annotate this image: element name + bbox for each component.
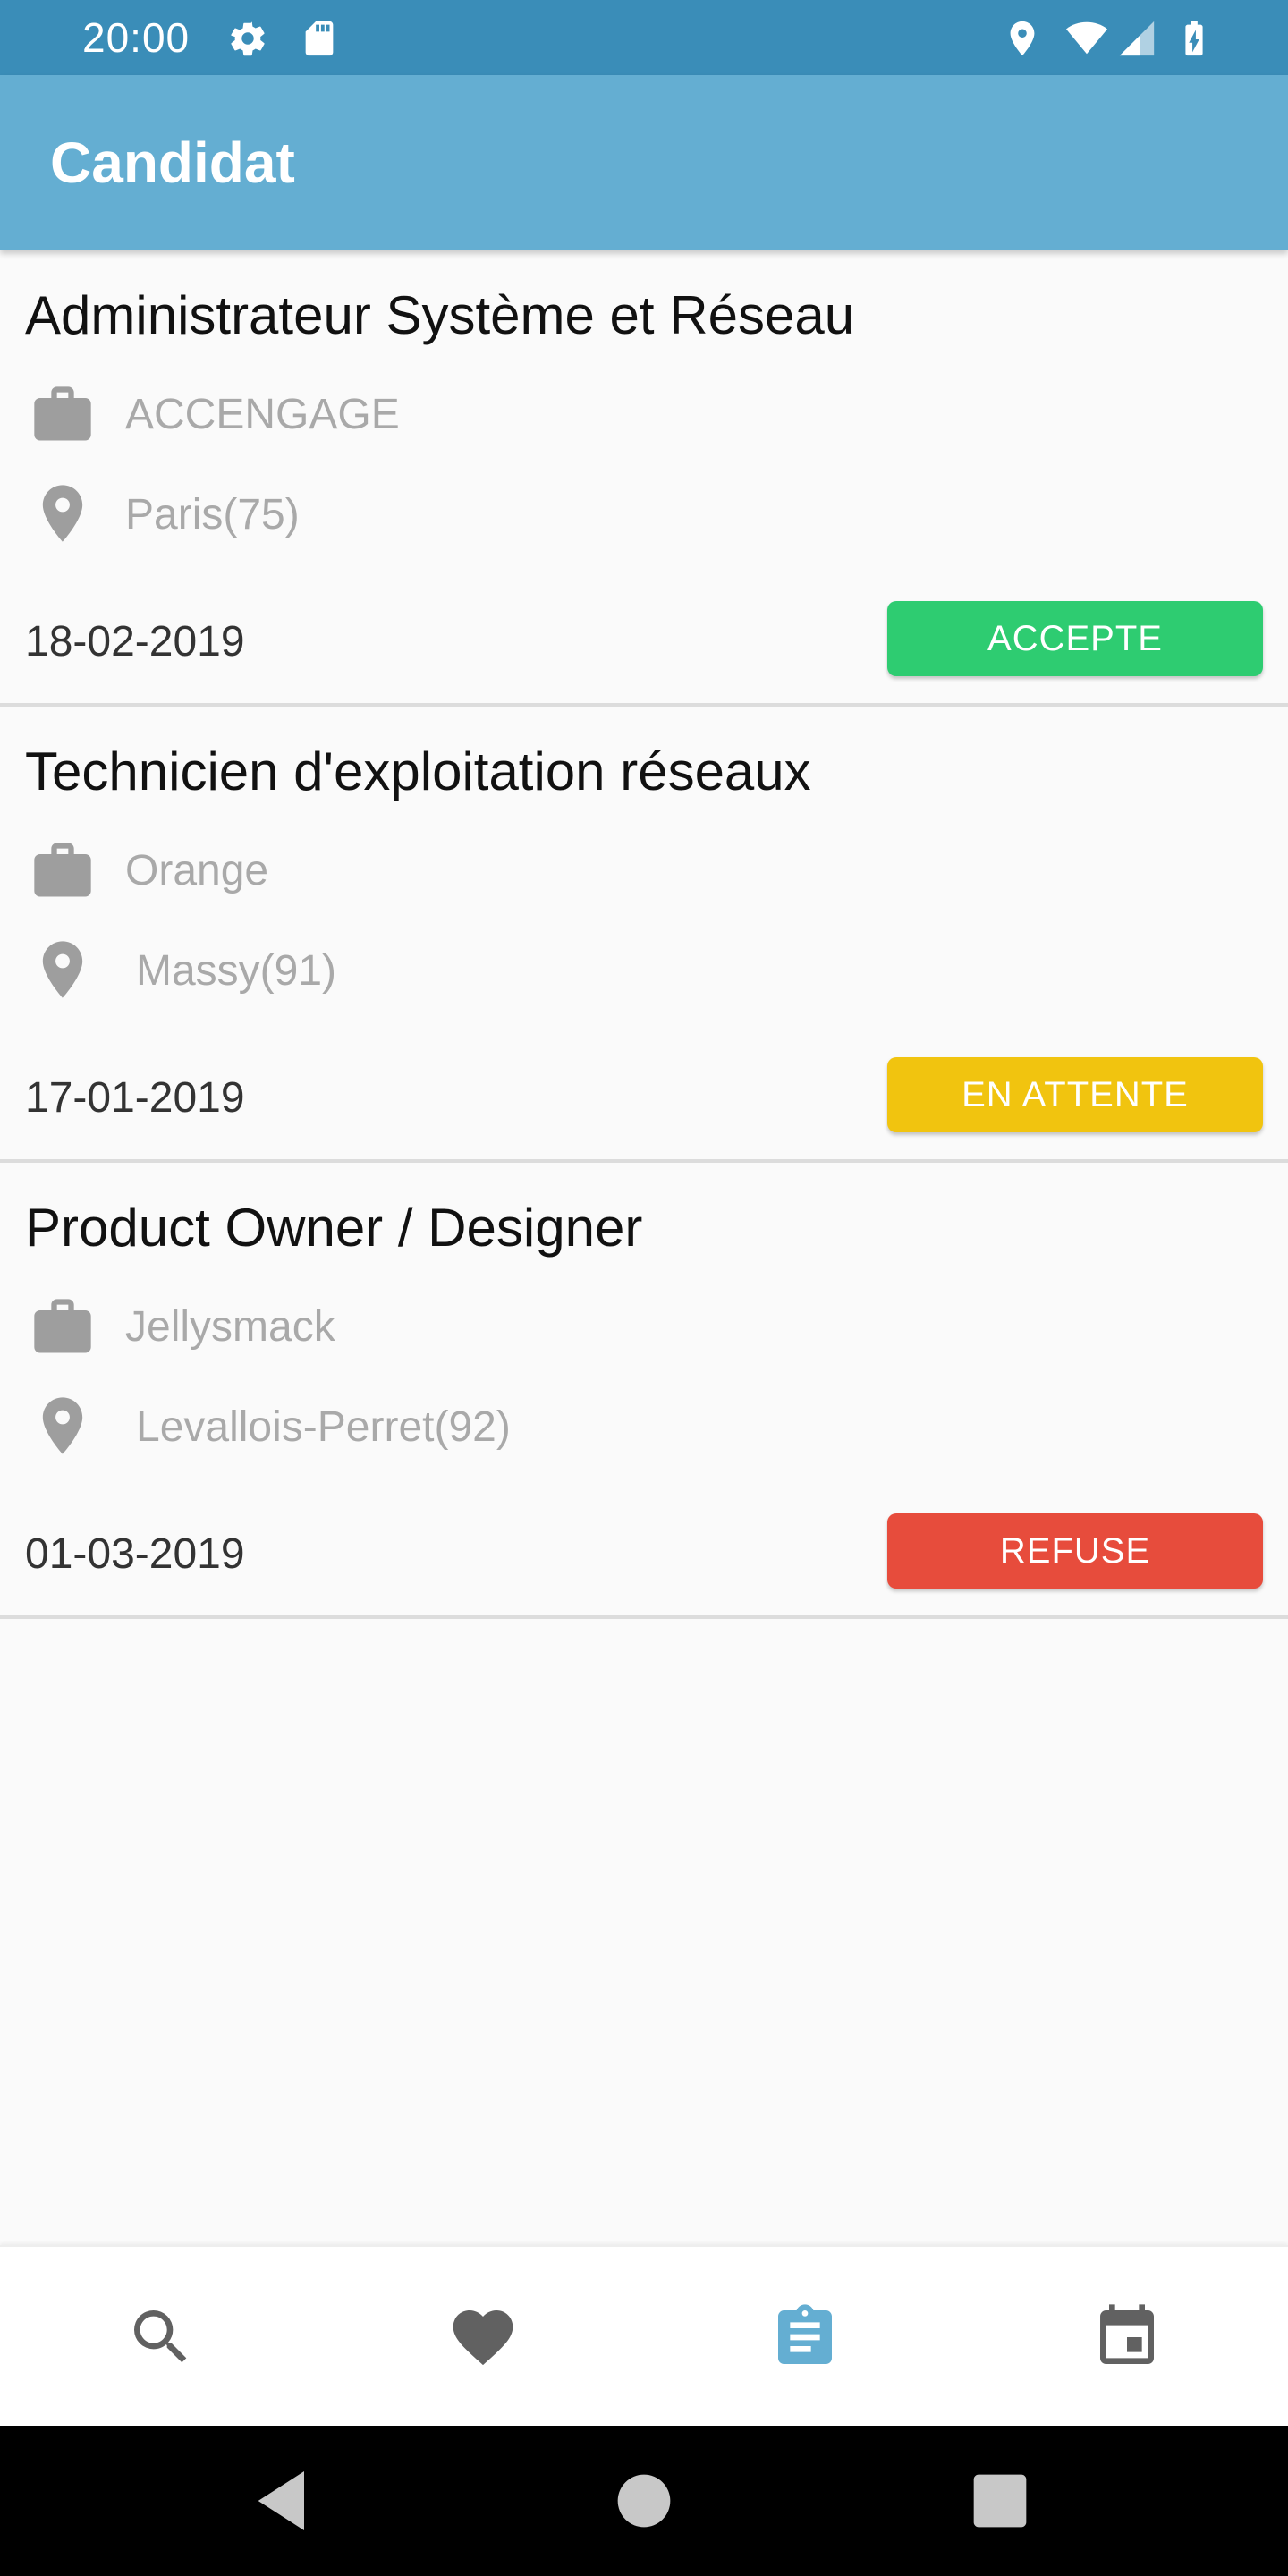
- job-location: Levallois-Perret(92): [136, 1403, 511, 1451]
- list-item[interactable]: Product Owner / Designer Jellysmack Leva…: [0, 1163, 1288, 1619]
- recents-icon[interactable]: [961, 2462, 1039, 2540]
- status-button[interactable]: ACCEPTE: [887, 601, 1263, 676]
- company-name: Jellysmack: [125, 1303, 335, 1351]
- clipboard-icon: [778, 2304, 832, 2364]
- back-icon[interactable]: [245, 2462, 324, 2540]
- page-title: Candidat: [50, 131, 295, 195]
- location-pin-icon: [42, 485, 83, 542]
- location-pin-icon: [42, 941, 83, 998]
- briefcase-icon: [34, 1299, 91, 1353]
- application-list: Administrateur Système et Réseau ACCENGA…: [0, 250, 1288, 1619]
- system-navigation-bar: [0, 2426, 1288, 2576]
- briefcase-icon: [34, 386, 91, 441]
- nav-search[interactable]: [0, 2247, 322, 2428]
- home-icon[interactable]: [605, 2462, 683, 2540]
- sd-card-icon: [305, 21, 334, 56]
- job-title: Product Owner / Designer: [25, 1198, 643, 1258]
- job-title: Administrateur Système et Réseau: [25, 285, 855, 345]
- app-bar: Candidat: [0, 75, 1288, 250]
- briefcase-icon: [34, 843, 91, 897]
- status-time: 20:00: [82, 14, 191, 61]
- status-button[interactable]: REFUSE: [887, 1513, 1263, 1589]
- application-date: 18-02-2019: [25, 618, 245, 665]
- application-date: 17-01-2019: [25, 1074, 245, 1122]
- signal-icon: [1119, 21, 1155, 56]
- status-button[interactable]: EN ATTENTE: [887, 1057, 1263, 1132]
- wifi-icon: [1066, 21, 1107, 55]
- company-name: Orange: [125, 847, 269, 894]
- search-icon: [134, 2310, 187, 2363]
- calendar-icon: [1100, 2304, 1154, 2364]
- gear-icon: [231, 21, 265, 56]
- heart-icon: [453, 2310, 513, 2366]
- bottom-navigation: [0, 2245, 1288, 2426]
- job-location: Paris(75): [125, 491, 300, 538]
- nav-applications[interactable]: [644, 2247, 966, 2428]
- company-name: ACCENGAGE: [125, 391, 400, 438]
- job-title: Technicien d'exploitation réseaux: [25, 741, 811, 801]
- location-icon: [1010, 21, 1035, 56]
- application-date: 01-03-2019: [25, 1530, 245, 1578]
- status-bar: 20:00: [0, 0, 1288, 75]
- list-item[interactable]: Technicien d'exploitation réseaux Orange…: [0, 707, 1288, 1163]
- nav-calendar[interactable]: [966, 2247, 1288, 2428]
- location-pin-icon: [42, 1397, 83, 1454]
- list-item[interactable]: Administrateur Système et Réseau ACCENGA…: [0, 250, 1288, 707]
- battery-charging-icon: [1185, 21, 1203, 56]
- nav-favorites[interactable]: [322, 2247, 644, 2428]
- job-location: Massy(91): [136, 947, 337, 995]
